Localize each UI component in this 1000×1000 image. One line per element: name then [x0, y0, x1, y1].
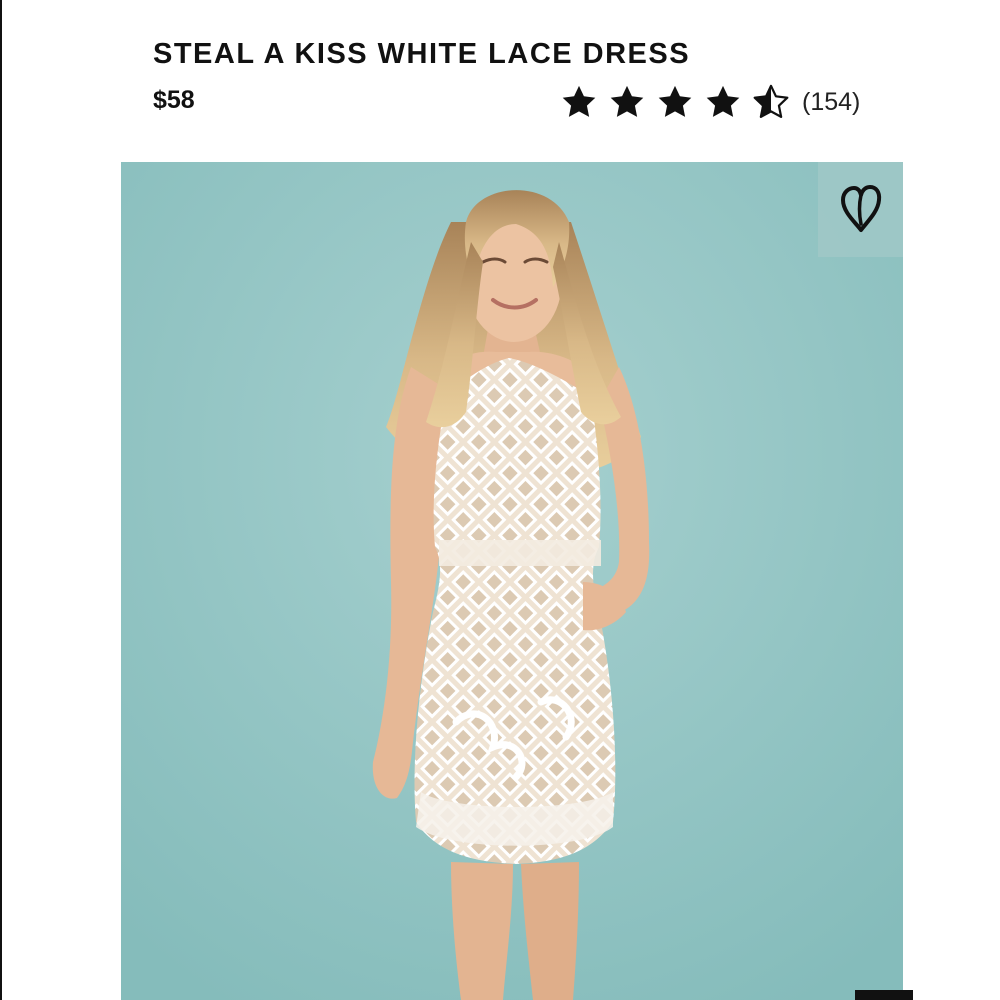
- product-photo[interactable]: [121, 162, 903, 1000]
- star-full-icon: [706, 85, 740, 117]
- star-half-icon: [753, 84, 789, 118]
- star-full-icon: [658, 85, 692, 117]
- heart-outline-icon: [840, 184, 881, 232]
- star-full-icon: [562, 85, 596, 117]
- corner-element: [855, 990, 913, 1000]
- wishlist-button[interactable]: [818, 162, 903, 257]
- star-rating: [560, 83, 790, 121]
- product-rating[interactable]: (154): [560, 82, 860, 122]
- window-edge: [0, 0, 2, 1000]
- product-page: STEAL A KISS WHITE LACE DRESS $58 (154): [0, 0, 1000, 1000]
- product-title: STEAL A KISS WHITE LACE DRESS: [153, 38, 691, 70]
- star-full-icon: [610, 85, 644, 117]
- model-illustration: [121, 162, 903, 1000]
- product-price: $58: [153, 86, 195, 114]
- review-count[interactable]: (154): [802, 88, 860, 117]
